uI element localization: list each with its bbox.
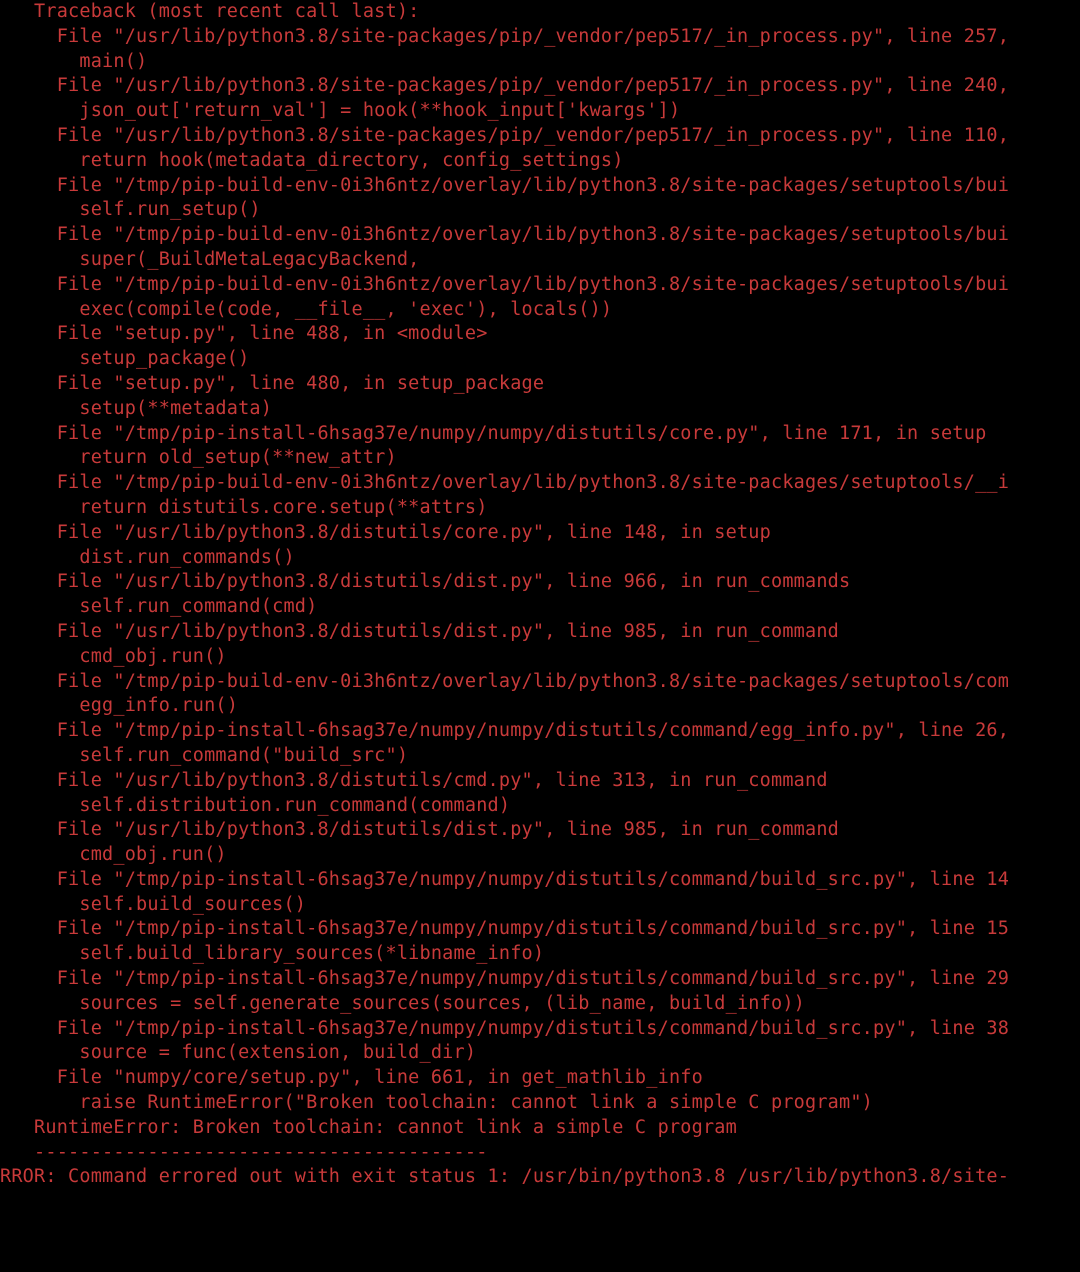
- tb-frame-11-loc: File "/usr/lib/python3.8/distutils/dist.…: [0, 571, 850, 592]
- tb-frame-2-code: return hook(metadata_directory, config_s…: [0, 150, 624, 171]
- tb-frame-19-loc: File "/tmp/pip-install-6hsag37e/numpy/nu…: [0, 968, 1009, 989]
- tb-frame-7-loc: File "setup.py", line 480, in setup_pack…: [0, 373, 544, 394]
- tb-frame-14-loc: File "/tmp/pip-install-6hsag37e/numpy/nu…: [0, 720, 1009, 741]
- tb-frame-20-code: source = func(extension, build_dir): [0, 1042, 476, 1063]
- separator-line: ----------------------------------------: [0, 1142, 488, 1163]
- tb-frame-10-code: dist.run_commands(): [0, 547, 295, 568]
- tb-frame-0-loc: File "/usr/lib/python3.8/site-packages/p…: [0, 26, 1009, 47]
- tb-frame-3-code: self.run_setup(): [0, 199, 261, 220]
- tb-frame-21-code: raise RuntimeError("Broken toolchain: ca…: [0, 1092, 873, 1113]
- tb-frame-5-loc: File "/tmp/pip-build-env-0i3h6ntz/overla…: [0, 274, 1009, 295]
- terminal-output[interactable]: Traceback (most recent call last): File …: [0, 0, 1080, 1190]
- tb-frame-10-loc: File "/usr/lib/python3.8/distutils/core.…: [0, 522, 771, 543]
- tb-frame-7-code: setup(**metadata): [0, 398, 272, 419]
- tb-frame-15-loc: File "/usr/lib/python3.8/distutils/cmd.p…: [0, 770, 828, 791]
- traceback-header: Traceback (most recent call last):: [0, 1, 420, 22]
- tb-frame-0-code: main(): [0, 51, 147, 72]
- tb-frame-20-loc: File "/tmp/pip-install-6hsag37e/numpy/nu…: [0, 1018, 1009, 1039]
- tb-frame-5-code: exec(compile(code, __file__, 'exec'), lo…: [0, 299, 612, 320]
- tb-frame-15-code: self.distribution.run_command(command): [0, 795, 510, 816]
- tb-frame-14-code: self.run_command("build_src"): [0, 745, 408, 766]
- tb-frame-1-loc: File "/usr/lib/python3.8/site-packages/p…: [0, 75, 1009, 96]
- tb-frame-1-code: json_out['return_val'] = hook(**hook_inp…: [0, 100, 680, 121]
- pip-error-footer: RROR: Command errored out with exit stat…: [0, 1166, 1009, 1187]
- tb-frame-4-loc: File "/tmp/pip-build-env-0i3h6ntz/overla…: [0, 224, 1009, 245]
- tb-frame-17-code: self.build_sources(): [0, 894, 306, 915]
- tb-frame-12-code: cmd_obj.run(): [0, 646, 227, 667]
- tb-frame-12-loc: File "/usr/lib/python3.8/distutils/dist.…: [0, 621, 839, 642]
- tb-frame-18-loc: File "/tmp/pip-install-6hsag37e/numpy/nu…: [0, 918, 1009, 939]
- tb-frame-2-loc: File "/usr/lib/python3.8/site-packages/p…: [0, 125, 1009, 146]
- tb-frame-8-code: return old_setup(**new_attr): [0, 447, 397, 468]
- tb-frame-13-loc: File "/tmp/pip-build-env-0i3h6ntz/overla…: [0, 671, 1009, 692]
- tb-frame-13-code: egg_info.run(): [0, 695, 238, 716]
- tb-frame-8-loc: File "/tmp/pip-install-6hsag37e/numpy/nu…: [0, 423, 986, 444]
- runtime-error-line: RuntimeError: Broken toolchain: cannot l…: [0, 1117, 737, 1138]
- tb-frame-16-loc: File "/usr/lib/python3.8/distutils/dist.…: [0, 819, 839, 840]
- tb-frame-4-code: super(_BuildMetaLegacyBackend,: [0, 249, 420, 270]
- tb-frame-17-loc: File "/tmp/pip-install-6hsag37e/numpy/nu…: [0, 869, 1009, 890]
- tb-frame-6-code: setup_package(): [0, 348, 249, 369]
- tb-frame-19-code: sources = self.generate_sources(sources,…: [0, 993, 805, 1014]
- tb-frame-21-loc: File "numpy/core/setup.py", line 661, in…: [0, 1067, 703, 1088]
- tb-frame-18-code: self.build_library_sources(*libname_info…: [0, 943, 544, 964]
- tb-frame-6-loc: File "setup.py", line 488, in <module>: [0, 323, 488, 344]
- tb-frame-9-loc: File "/tmp/pip-build-env-0i3h6ntz/overla…: [0, 472, 1009, 493]
- tb-frame-3-loc: File "/tmp/pip-build-env-0i3h6ntz/overla…: [0, 175, 1009, 196]
- tb-frame-9-code: return distutils.core.setup(**attrs): [0, 497, 488, 518]
- tb-frame-11-code: self.run_command(cmd): [0, 596, 317, 617]
- tb-frame-16-code: cmd_obj.run(): [0, 844, 227, 865]
